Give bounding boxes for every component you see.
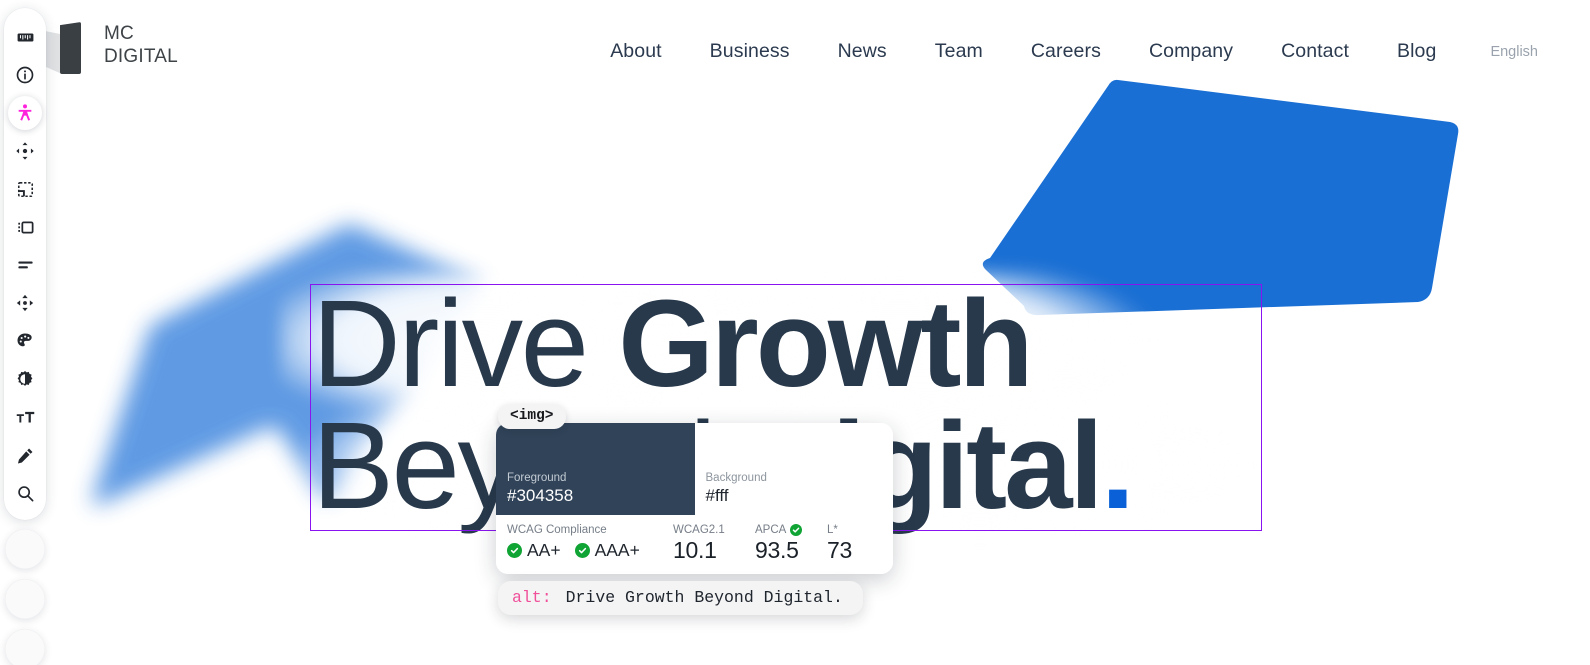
check-circle-icon	[790, 524, 803, 536]
frame-tool[interactable]	[8, 210, 42, 244]
empty-slot-1[interactable]	[5, 529, 45, 569]
accessibility-tool[interactable]	[8, 96, 42, 130]
spacing-tool[interactable]	[8, 248, 42, 282]
headline-period: .	[1100, 398, 1135, 535]
wcag-compliance-metric: WCAG Compliance AA+ AAA+	[507, 523, 673, 561]
search-icon	[16, 484, 35, 503]
measure-tool[interactable]	[8, 20, 42, 54]
nav-item-company[interactable]: Company	[1125, 40, 1257, 63]
apca-label-text: APCA	[755, 524, 787, 536]
select-region-icon	[16, 180, 35, 199]
select-region-tool[interactable]	[8, 172, 42, 206]
lstar-value: 73	[827, 537, 852, 563]
nav-item-careers[interactable]: Careers	[1007, 40, 1125, 63]
lines-icon	[16, 256, 35, 275]
move-arrows-icon	[15, 141, 35, 161]
wcag21-label: WCAG2.1	[673, 524, 725, 536]
mc-digital-logomark-icon	[40, 22, 88, 74]
accessibility-icon	[15, 103, 35, 123]
wcag-compliance-label: WCAG Compliance	[507, 524, 607, 536]
dpad-icon	[15, 293, 35, 313]
site-header: MC DIGITAL About Business News Team Care…	[0, 0, 1590, 105]
badge-aa-label: AA+	[527, 540, 561, 560]
contrast-inspector-popup: <img> Foreground #304358 Background #fff…	[496, 404, 893, 615]
brand-name: MC DIGITAL	[104, 23, 178, 68]
background-value: #fff	[705, 486, 729, 505]
nav-item-contact[interactable]: Contact	[1257, 40, 1373, 63]
headline-word-growth: Growth	[618, 276, 1033, 413]
lstar-metric: L* 73	[827, 523, 871, 563]
brand-logo[interactable]: MC DIGITAL	[40, 22, 178, 74]
empty-slot-2[interactable]	[5, 579, 45, 619]
logomark-dark-bar	[60, 22, 81, 74]
info-tool[interactable]	[8, 58, 42, 92]
wcag21-metric: WCAG2.1 10.1	[673, 523, 755, 563]
foreground-value: #304358	[507, 486, 574, 505]
palette-icon	[15, 331, 35, 351]
nav-item-about[interactable]: About	[586, 40, 685, 63]
move-tool[interactable]	[8, 134, 42, 168]
ruler-icon	[16, 28, 35, 47]
status-badge-aaa: AAA+	[574, 539, 640, 561]
alt-text-chip: alt: Drive Growth Beyond Digital.	[498, 581, 863, 615]
contrast-icon	[15, 369, 35, 389]
text-size-tool[interactable]	[8, 400, 42, 434]
nudge-tool[interactable]	[8, 286, 42, 320]
page-root: MC DIGITAL About Business News Team Care…	[0, 0, 1590, 665]
contrast-tool[interactable]	[8, 362, 42, 396]
element-tag-chip: <img>	[498, 404, 566, 429]
foreground-label: Foreground	[507, 472, 567, 484]
text-size-icon	[15, 407, 36, 428]
lstar-label: L*	[827, 524, 838, 536]
palette-tool[interactable]	[8, 324, 42, 358]
nav-item-news[interactable]: News	[814, 40, 911, 63]
badge-aaa-label: AAA+	[594, 540, 640, 560]
wcag21-value: 10.1	[673, 537, 717, 563]
language-switcher[interactable]: English	[1460, 44, 1560, 60]
wcag-compliance-badges: AA+ AAA+	[507, 539, 673, 561]
alt-key-label: alt:	[512, 588, 552, 607]
check-circle-icon	[574, 542, 590, 558]
accessibility-toolbar	[4, 8, 46, 665]
nav-item-blog[interactable]: Blog	[1373, 40, 1460, 63]
headline-word-drive: Drive	[312, 276, 619, 413]
edit-tool[interactable]	[8, 438, 42, 472]
toolbar-extra-slots	[4, 529, 46, 665]
background-label: Background	[705, 472, 767, 484]
alt-text-value: Drive Growth Beyond Digital.	[565, 588, 843, 607]
apca-value: 93.5	[755, 537, 799, 563]
inspector-card: Foreground #304358 Background #fff WCAG …	[496, 423, 893, 574]
color-swatch-row: Foreground #304358 Background #fff	[496, 423, 893, 515]
nav-item-business[interactable]: Business	[686, 40, 814, 63]
headline-line-1: Drive Growth	[310, 283, 1262, 406]
pencil-icon	[16, 446, 35, 465]
background-swatch[interactable]: Background #fff	[694, 423, 893, 515]
frame-icon	[16, 218, 35, 237]
blue-arrow-right-icon	[982, 79, 1459, 316]
foreground-swatch[interactable]: Foreground #304358	[496, 423, 695, 515]
status-badge-aa: AA+	[507, 539, 561, 561]
check-circle-icon	[507, 542, 522, 558]
zoom-tool[interactable]	[8, 476, 42, 510]
info-circle-icon	[15, 65, 35, 85]
apca-metric: APCA 93.5	[755, 523, 827, 563]
nav-item-team[interactable]: Team	[911, 40, 1007, 63]
apca-label: APCA	[755, 523, 827, 537]
metrics-row: WCAG Compliance AA+ AAA+ WCAG2.1 10.1 AP…	[496, 515, 893, 574]
primary-navigation: About Business News Team Careers Company…	[586, 40, 1560, 63]
toolbar-card	[4, 8, 46, 520]
empty-slot-3[interactable]	[5, 629, 45, 665]
